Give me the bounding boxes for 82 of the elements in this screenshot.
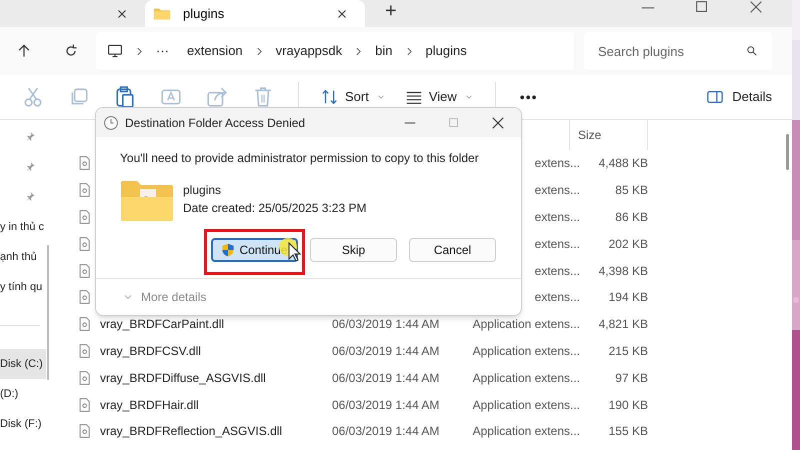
sidebar-item[interactable]: ạnh thủ (0, 248, 37, 266)
column-header[interactable]: Size (570, 120, 648, 150)
sort-button[interactable]: Sort (311, 87, 395, 107)
table-cell-text: 194 KB (608, 289, 648, 306)
new-tab-button[interactable]: + (385, 0, 397, 25)
breadcrumb-item[interactable]: extension (187, 41, 243, 61)
table-cell-text: 06/03/2019 1:44 AM (332, 370, 440, 387)
file-icon (78, 155, 92, 172)
dialog-button[interactable]: Skip (310, 238, 397, 262)
breadcrumb-item[interactable]: vrayappsdk (276, 41, 342, 61)
paste-icon[interactable] (114, 86, 136, 108)
details-pane-icon (706, 88, 724, 106)
file-name: vray_BRDFCSV.dll (100, 342, 202, 360)
close-icon[interactable] (491, 116, 505, 130)
breadcrumb-item[interactable]: plugins (426, 41, 467, 61)
breadcrumb-item[interactable]: bin (375, 41, 392, 61)
table-cell-text: extens... (534, 208, 580, 226)
table-cell-text: 215 KB (608, 342, 648, 360)
dialog-title: Destination Folder Access Denied (125, 114, 306, 132)
clock-icon (103, 114, 119, 130)
table-cell-text: extens... (534, 289, 580, 306)
table-cell-text: 06/03/2019 1:44 AM (332, 396, 440, 414)
sidebar-item[interactable]: y tính qu (0, 278, 42, 296)
table-cell-text: 85 KB (614, 182, 648, 200)
table-cell-text: Application extens... (472, 370, 580, 387)
table-cell-text: 202 KB (608, 236, 648, 253)
caret-icon (376, 93, 385, 101)
dialog-message: You'll need to provide administrator permission to copy to this folder (120, 150, 480, 167)
table-cell-text: 06/03/2019 1:44 AM (332, 342, 440, 360)
table-cell-text: Application extens... (472, 316, 580, 334)
search-icon[interactable] (746, 45, 758, 57)
file-icon (78, 236, 92, 252)
search-field[interactable]: Search plugins (584, 32, 772, 70)
file-icon (78, 208, 92, 225)
close-icon[interactable] (748, 0, 764, 14)
file-name: vray_BRDFCarPaint.dll (100, 316, 226, 334)
table-cell-text: 97 KB (614, 370, 648, 387)
table-cell-text: extens... (534, 182, 580, 200)
dialog-button[interactable]: Cancel (409, 238, 496, 262)
file-name: vray_BRDFDiffuse_ASGVIS.dll (100, 370, 267, 387)
tab[interactable]: plugins (145, 0, 365, 27)
sort-icon (321, 88, 339, 106)
breadcrumb-overflow[interactable]: ··· (156, 41, 169, 61)
sidebar-item[interactable]: Disk (F:) (0, 416, 42, 432)
table-cell-text: 06/03/2019 1:44 AM (332, 316, 440, 334)
file-icon (78, 182, 92, 198)
table-cell-text: 155 KB (608, 423, 648, 440)
table-cell-text: Application extens... (472, 396, 580, 414)
view-button[interactable]: View (394, 87, 483, 107)
sidebar-item[interactable]: Disk (C:) (0, 349, 46, 379)
more-details-link[interactable]: More details (141, 288, 206, 306)
sidebar-item[interactable]: (D:) (0, 386, 18, 402)
table-cell-text: 86 KB (614, 208, 648, 226)
sidebar-item[interactable]: y in thủ c (0, 218, 44, 236)
maximize-icon (447, 116, 461, 130)
details-button[interactable]: Details (706, 87, 772, 107)
file-name: vray_BRDFHair.dll (100, 396, 200, 414)
file-icon (78, 262, 92, 279)
more-button[interactable]: ••• (508, 86, 550, 108)
folder-name: plugins (183, 182, 222, 199)
table-cell-text: Application extens... (472, 423, 580, 440)
table-cell-text: extens... (534, 236, 580, 253)
file-icon (78, 316, 92, 332)
file-icon (78, 370, 92, 386)
date-created: Date created: 25/05/2025 3:23 PM (183, 200, 366, 217)
file-icon (78, 342, 92, 359)
table-cell-text: 190 KB (608, 396, 648, 414)
up-arrow-icon[interactable] (16, 43, 32, 59)
table-cell-text: 4,398 KB (598, 262, 648, 280)
table-cell-text: Application extens... (472, 342, 580, 360)
address-bar[interactable]: ··· extension vrayappsdk bin plugins (96, 32, 574, 70)
file-icon (78, 396, 92, 413)
file-name: vray_BRDFReflection_ASGVIS.dll (100, 423, 284, 440)
caret-icon (464, 93, 473, 101)
file-icon (78, 423, 92, 440)
maximize-icon[interactable] (694, 0, 710, 14)
table-cell-text: extens... (534, 262, 580, 280)
computer-icon (107, 43, 123, 59)
table-cell-text: 06/03/2019 1:44 AM (332, 423, 440, 440)
table-cell-text: 4,488 KB (598, 155, 648, 172)
file-icon (78, 289, 92, 306)
table-cell-text: 4,821 KB (598, 316, 648, 334)
